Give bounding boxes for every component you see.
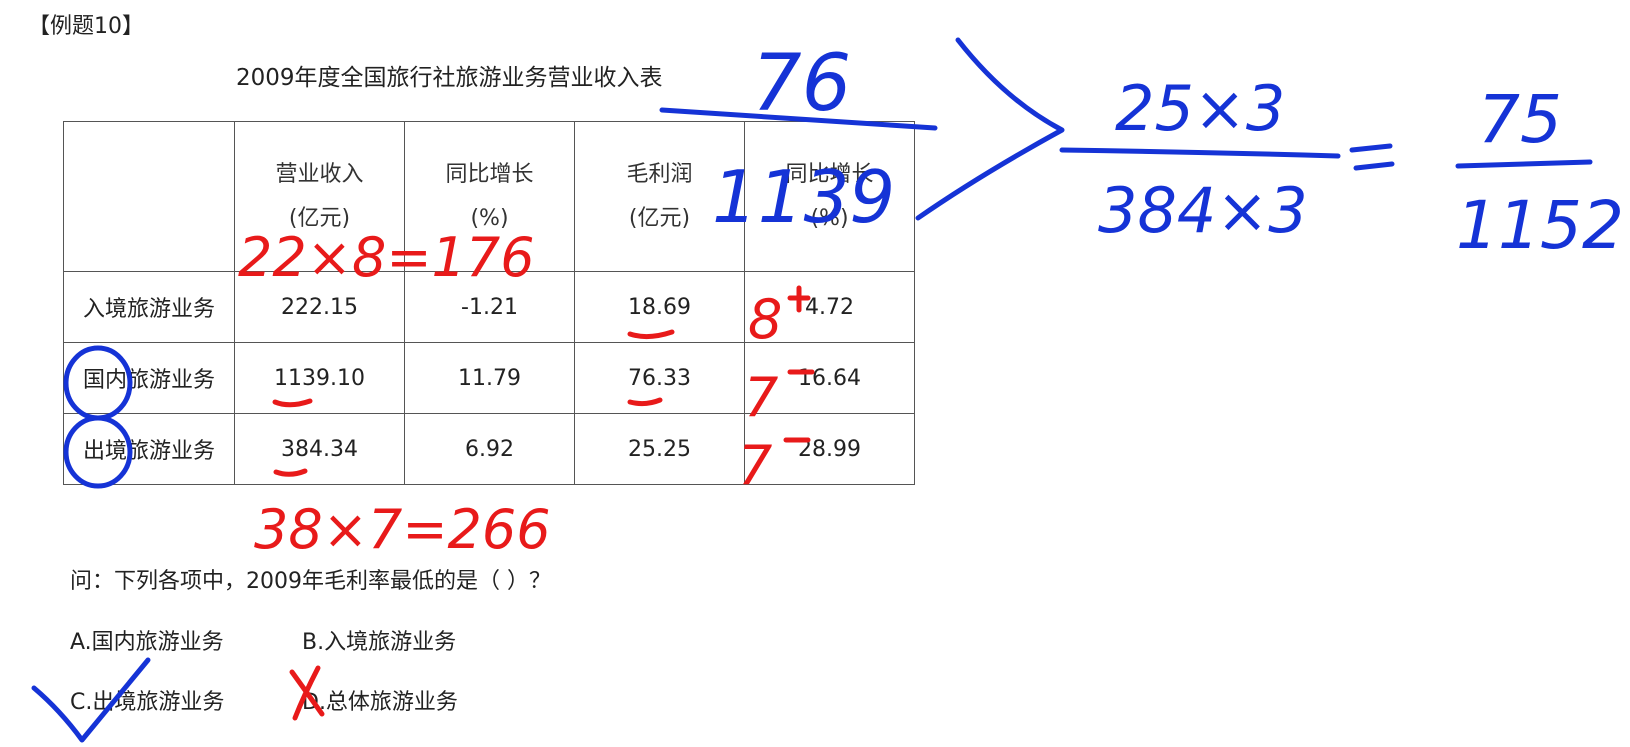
row-name: 出境旅游业务 bbox=[63, 413, 235, 485]
header-line2: (%) bbox=[810, 205, 849, 231]
table-cell: 11.79 bbox=[404, 342, 575, 414]
revenue-table: 营业收入 (亿元) 同比增长 (%) 毛利润 (亿元) 同比增长 (%) 入境旅… bbox=[63, 121, 915, 485]
header-line1: 毛利润 bbox=[626, 161, 693, 187]
table-cell: 76.33 bbox=[574, 342, 745, 414]
table-cell: 222.15 bbox=[234, 271, 405, 343]
equals-sign bbox=[1349, 143, 1395, 171]
table-cell: 28.99 bbox=[744, 413, 915, 485]
table-title: 2009年度全国旅行社旅游业务营业收入表 bbox=[236, 65, 663, 91]
header-cell: 毛利润 (亿元) bbox=[574, 121, 745, 272]
option-d[interactable]: D.总体旅游业务 bbox=[302, 684, 458, 716]
table-cell: 18.69 bbox=[574, 271, 745, 343]
table-cell: -1.21 bbox=[404, 271, 575, 343]
table-header-row: 营业收入 (亿元) 同比增长 (%) 毛利润 (亿元) 同比增长 (%) bbox=[63, 121, 915, 272]
frac3-numerator: 75 bbox=[1478, 81, 1562, 158]
frac2-numerator: 25×3 bbox=[1115, 72, 1285, 145]
problem-label: 【例题10】 bbox=[28, 14, 144, 39]
header-cell: 营业收入 (亿元) bbox=[234, 121, 405, 272]
frac3-bar bbox=[1455, 159, 1593, 169]
option-b[interactable]: B.入境旅游业务 bbox=[302, 624, 456, 656]
header-cell-empty bbox=[63, 121, 235, 272]
table-cell: 6.92 bbox=[404, 413, 575, 485]
header-cell: 同比增长 (%) bbox=[404, 121, 575, 272]
red-calc-2: 38×7=266 bbox=[254, 498, 551, 561]
frac2-denominator: 384×3 bbox=[1098, 174, 1308, 247]
question-text: 问：下列各项中，2009年毛利率最低的是（ ）？ bbox=[70, 569, 551, 594]
frac2-bar bbox=[1059, 147, 1341, 159]
table-cell: 4.72 bbox=[744, 271, 915, 343]
header-cell: 同比增长 (%) bbox=[744, 121, 915, 272]
option-a[interactable]: A.国内旅游业务 bbox=[70, 624, 224, 656]
table-row: 入境旅游业务 222.15 -1.21 18.69 4.72 bbox=[63, 271, 915, 343]
header-line2: (%) bbox=[470, 205, 509, 231]
header-line1: 同比增长 bbox=[785, 161, 874, 187]
row-name: 国内旅游业务 bbox=[63, 342, 235, 414]
frac1-numerator: 76 bbox=[752, 39, 851, 129]
table-cell: 1139.10 bbox=[234, 342, 405, 414]
header-line1: 同比增长 bbox=[445, 161, 534, 187]
header-line2: (亿元) bbox=[288, 205, 351, 231]
table-cell: 384.34 bbox=[234, 413, 405, 485]
header-line2: (亿元) bbox=[628, 205, 691, 231]
row-name: 入境旅游业务 bbox=[63, 271, 235, 343]
option-c[interactable]: C.出境旅游业务 bbox=[70, 684, 224, 716]
frac3-denominator: 1152 bbox=[1456, 187, 1624, 264]
greater-than-sign bbox=[915, 37, 1065, 221]
header-line1: 营业收入 bbox=[275, 161, 364, 187]
table-row: 出境旅游业务 384.34 6.92 25.25 28.99 bbox=[63, 413, 915, 485]
table-cell: 16.64 bbox=[744, 342, 915, 414]
table-row: 国内旅游业务 1139.10 11.79 76.33 16.64 bbox=[63, 342, 915, 414]
table-cell: 25.25 bbox=[574, 413, 745, 485]
